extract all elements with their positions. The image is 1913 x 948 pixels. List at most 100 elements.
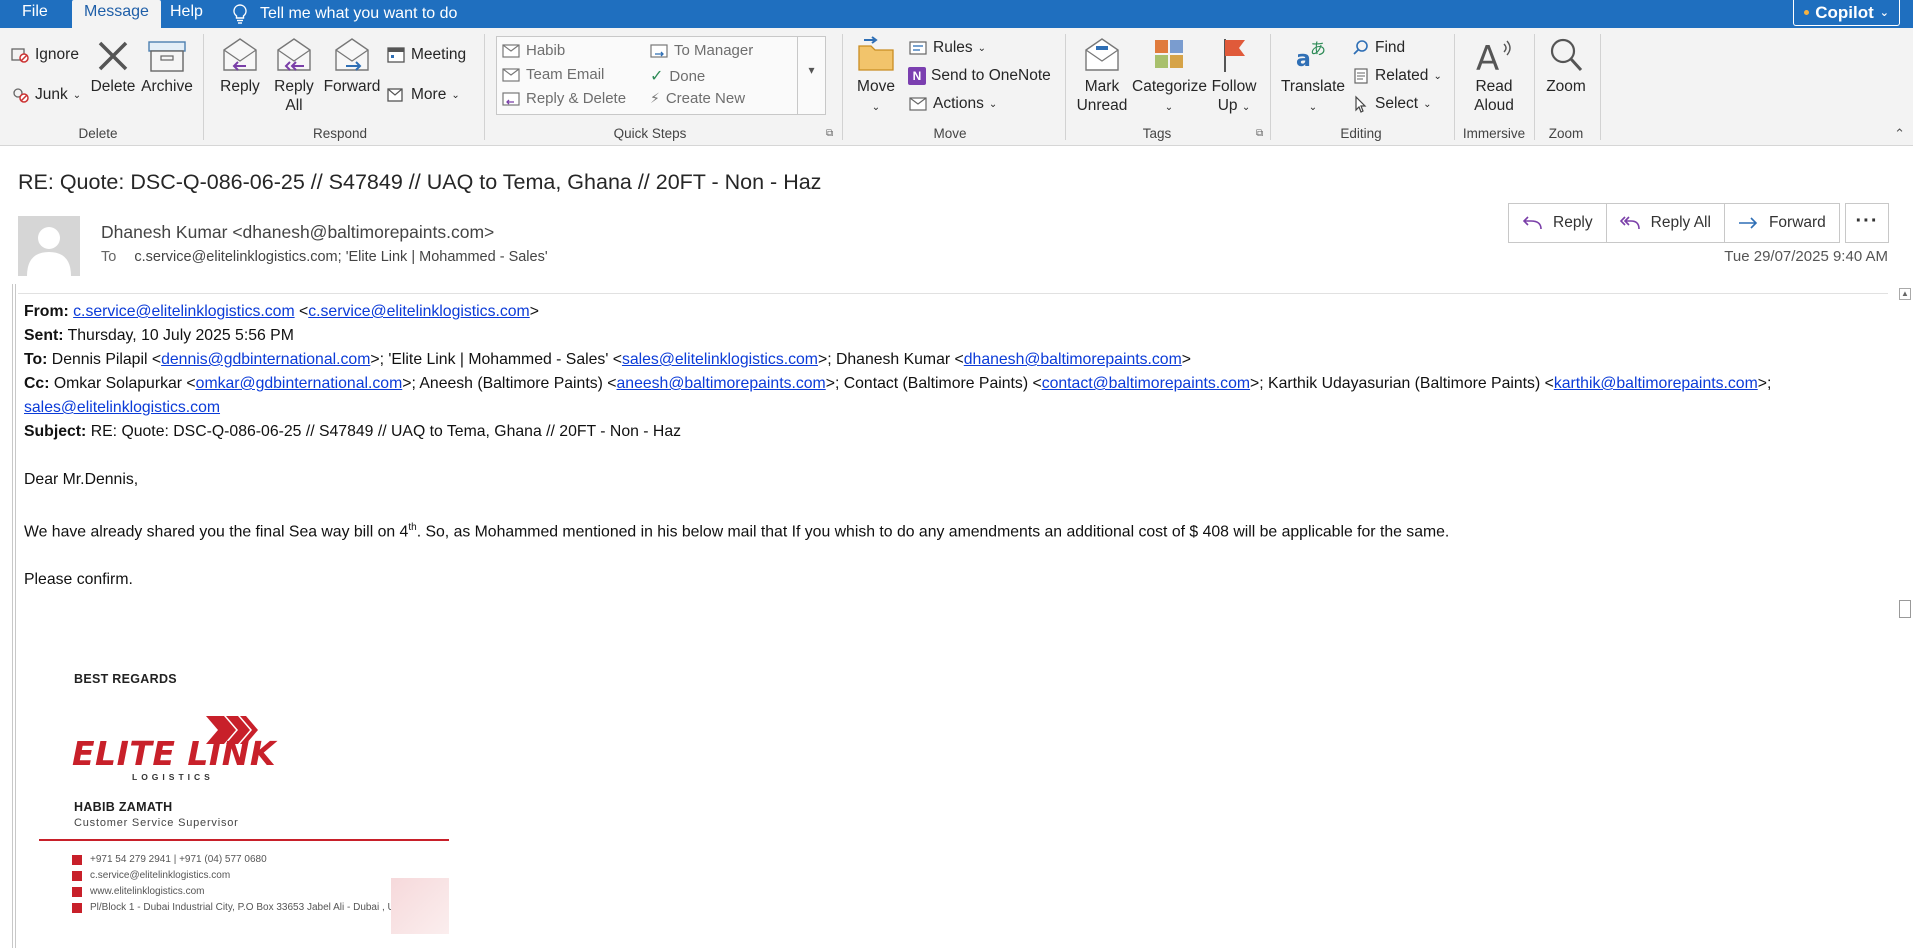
delete-button[interactable]: Delete xyxy=(90,38,136,96)
quickstep-done[interactable]: ✓ Done xyxy=(650,66,705,86)
reply-button[interactable]: Reply xyxy=(216,36,264,96)
quickstep-label: To Manager xyxy=(674,42,754,59)
menu-help[interactable]: Help xyxy=(158,0,215,28)
ribbon-separator xyxy=(1454,34,1455,140)
actions-button[interactable]: Actions ⌄ xyxy=(908,95,997,113)
email-link[interactable]: contact@baltimorepaints.com xyxy=(1042,375,1250,392)
from-link[interactable]: c.service@elitelinklogistics.com xyxy=(73,303,294,320)
to-label: To xyxy=(101,249,117,265)
email-link[interactable]: aneesh@baltimorepaints.com xyxy=(617,375,826,392)
copilot-button[interactable]: Copilot ⌄ xyxy=(1793,0,1900,26)
meeting-button[interactable]: Meeting xyxy=(386,46,466,64)
tell-me-search[interactable]: Tell me what you want to do xyxy=(232,0,457,28)
scrollbar[interactable]: ▲ xyxy=(1896,284,1913,948)
email-link[interactable]: dennis@gdbinternational.com xyxy=(161,351,370,368)
archive-label: Archive xyxy=(141,78,193,95)
more-respond-icon xyxy=(387,88,403,102)
select-button[interactable]: Select ⌄ xyxy=(1352,95,1431,113)
read-aloud-button[interactable]: A Read Aloud xyxy=(1466,36,1522,115)
reply-all-button[interactable]: Reply All xyxy=(270,36,318,115)
to-line: To: Dennis Pilapil <dennis@gdbinternatio… xyxy=(24,348,1884,372)
forward-action-label: Forward xyxy=(1768,214,1826,231)
search-icon xyxy=(1353,40,1368,55)
sender-name[interactable]: Dhanesh Kumar <dhanesh@baltimorepaints.c… xyxy=(101,222,494,243)
to-label: To: xyxy=(24,351,48,368)
group-label-immersive: Immersive xyxy=(1462,126,1526,141)
menu-file[interactable]: File xyxy=(10,0,60,28)
recipients-line: To c.service@elitelinklogistics.com; 'El… xyxy=(101,249,548,265)
scroll-thumb[interactable] xyxy=(1899,600,1911,618)
quote-bar xyxy=(12,284,16,948)
actions-label: Actions xyxy=(933,95,984,112)
cc-text: >; Aneesh (Baltimore Paints) < xyxy=(402,375,617,392)
quickstep-create-new[interactable]: ⚡ Create New xyxy=(650,90,745,107)
email-link[interactable]: omkar@gdbinternational.com xyxy=(196,375,403,392)
reply-action-button[interactable]: Reply xyxy=(1509,204,1607,242)
ignore-button[interactable]: Ignore xyxy=(10,46,79,64)
email-link[interactable]: karthik@baltimorepaints.com xyxy=(1554,375,1758,392)
cc-text: >; Karthik Udayasurian (Baltimore Paints… xyxy=(1250,375,1554,392)
tell-me-label: Tell me what you want to do xyxy=(260,5,458,22)
categorize-icon xyxy=(1155,40,1183,68)
group-label-editing: Editing xyxy=(1340,126,1382,141)
copilot-label: Copilot xyxy=(1815,2,1874,22)
copilot-dot-icon xyxy=(1804,10,1810,15)
signature-rule xyxy=(39,839,449,841)
from-line: From: c.service@elitelinklogistics.com <… xyxy=(24,300,1884,324)
quickstep-habib[interactable]: Habib xyxy=(502,42,565,59)
more-respond-button[interactable]: More ⌄ xyxy=(386,86,460,104)
ignore-icon xyxy=(11,48,29,63)
quickstep-to-manager[interactable]: To Manager xyxy=(650,42,753,59)
translate-button[interactable]: aあ Translate ⌄ xyxy=(1280,36,1346,117)
rules-button[interactable]: Rules ⌄ xyxy=(908,39,986,57)
related-button[interactable]: Related ⌄ xyxy=(1352,67,1442,85)
archive-button[interactable]: Archive xyxy=(140,38,194,96)
group-label-move: Move xyxy=(933,126,967,141)
from-link-2[interactable]: c.service@elitelinklogistics.com xyxy=(308,303,529,320)
ribbon-separator xyxy=(1534,34,1535,140)
email-link[interactable]: dhanesh@baltimorepaints.com xyxy=(964,351,1182,368)
greeting: Dear Mr.Dennis, xyxy=(24,471,139,488)
chevron-down-icon: ⌄ xyxy=(1879,6,1889,19)
collapse-ribbon-icon[interactable]: ⌃ xyxy=(1894,126,1905,142)
junk-button[interactable]: Junk ⌄ xyxy=(10,86,81,104)
address-text: Pl/Block 1 - Dubai Industrial City, P.O … xyxy=(90,902,409,913)
reply-all-action-button[interactable]: Reply All xyxy=(1607,204,1725,242)
envelope-icon xyxy=(502,67,520,82)
categorize-button[interactable]: Categorize ⌄ xyxy=(1132,36,1207,117)
group-label-zoom: Zoom xyxy=(1548,126,1584,141)
forward-action-button[interactable]: Forward xyxy=(1725,204,1839,242)
junk-icon xyxy=(13,88,29,103)
scroll-up-icon[interactable]: ▲ xyxy=(1899,288,1911,300)
forward-button[interactable]: Forward xyxy=(322,36,382,96)
group-label-quick-steps: Quick Steps xyxy=(613,126,687,141)
move-button[interactable]: Move ⌄ xyxy=(852,36,900,117)
email-link[interactable]: sales@elitelinklogistics.com xyxy=(622,351,818,368)
more-label: More xyxy=(411,86,447,103)
email-link[interactable]: sales@elitelinklogistics.com xyxy=(24,399,220,416)
ribbon-separator xyxy=(203,34,204,140)
send-to-onenote-button[interactable]: N Send to OneNote xyxy=(908,67,1051,85)
zoom-button[interactable]: Zoom xyxy=(1542,36,1590,96)
quick-steps-more-button[interactable]: ▾ xyxy=(797,37,825,114)
signature-address: Pl/Block 1 - Dubai Industrial City, P.O … xyxy=(72,902,408,913)
chevron-down-icon: ⌄ xyxy=(1164,102,1174,113)
mark-unread-button[interactable]: Mark Unread xyxy=(1074,36,1130,115)
svg-text:あ: あ xyxy=(1310,39,1326,58)
translate-icon: aあ xyxy=(1296,39,1326,72)
chevron-down-icon: ⌄ xyxy=(1308,102,1318,113)
quickstep-reply-delete[interactable]: Reply & Delete xyxy=(502,90,626,107)
tags-launcher-icon[interactable]: ⧉ xyxy=(1256,128,1263,139)
recipients[interactable]: c.service@elitelinklogistics.com; 'Elite… xyxy=(134,249,547,265)
outlook-message-window: { "menubar": { "file": "File", "message"… xyxy=(0,0,1913,948)
follow-up-button[interactable]: Follow Up ⌄ xyxy=(1208,36,1260,117)
more-actions-button[interactable]: ··· xyxy=(1845,203,1889,243)
sent-value: Thursday, 10 July 2025 5:56 PM xyxy=(67,327,294,344)
svg-text:A: A xyxy=(1476,39,1499,74)
location-icon xyxy=(72,902,82,913)
menu-message[interactable]: Message xyxy=(72,0,161,28)
quickstep-team-email[interactable]: Team Email xyxy=(502,66,604,83)
find-button[interactable]: Find xyxy=(1352,39,1405,57)
quickstep-label: Team Email xyxy=(526,66,605,83)
quick-steps-launcher-icon[interactable]: ⧉ xyxy=(826,128,833,139)
